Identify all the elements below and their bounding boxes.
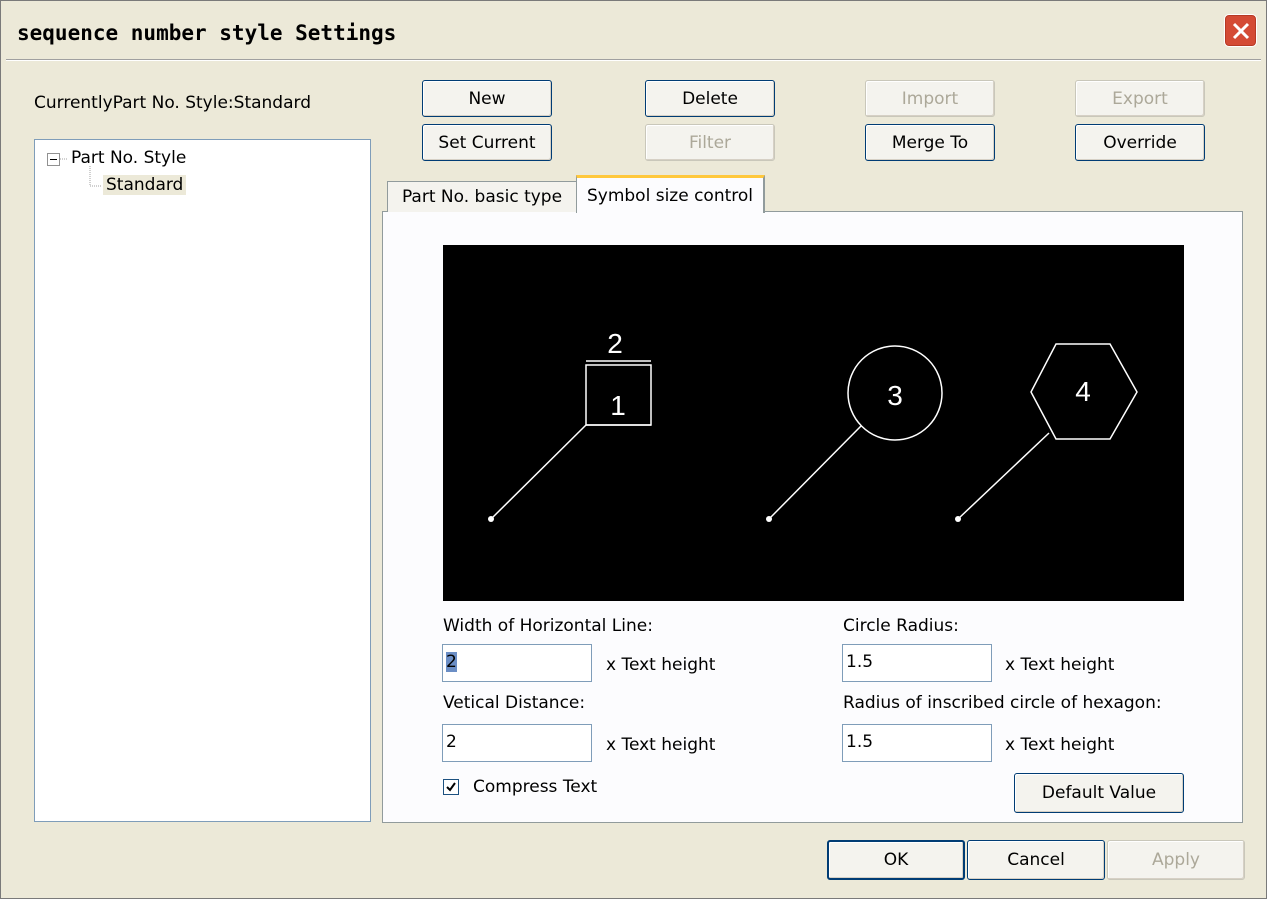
- circle-radius-input[interactable]: 1.5: [842, 644, 992, 682]
- vertical-distance-unit: x Text height: [606, 735, 716, 755]
- delete-button-label: Delete: [682, 88, 738, 109]
- hexagon-radius-value: 1.5: [846, 732, 874, 752]
- import-button-label: Import: [901, 88, 959, 109]
- ok-button-label: OK: [883, 850, 909, 870]
- override-button-label: Override: [1103, 132, 1177, 153]
- width-line-input[interactable]: 2: [442, 644, 592, 682]
- vertical-distance-input[interactable]: 2: [442, 724, 592, 762]
- close-icon: [1232, 22, 1250, 40]
- title-bar[interactable]: sequence number style Settings: [1, 1, 1266, 57]
- vertical-distance-value: 2: [446, 732, 457, 752]
- circle-radius-label: Circle Radius:: [843, 616, 959, 636]
- apply-button-label: Apply: [1152, 850, 1200, 870]
- merge-to-button-label: Merge To: [891, 132, 969, 153]
- hexagon-radius-input[interactable]: 1.5: [842, 724, 992, 762]
- import-button[interactable]: Import: [865, 80, 995, 117]
- width-line-unit: x Text height: [606, 655, 716, 675]
- circle-radius-unit: x Text height: [1005, 655, 1115, 675]
- checkmark-icon: [446, 782, 456, 792]
- symbol-preview: 2 1 3 4: [443, 245, 1184, 601]
- delete-button[interactable]: Delete: [645, 80, 775, 117]
- default-value-button[interactable]: Default Value: [1014, 773, 1184, 813]
- tree-item-root[interactable]: Part No. Style: [71, 148, 186, 168]
- ok-button[interactable]: OK: [827, 840, 965, 880]
- new-button-label: New: [468, 88, 506, 109]
- vertical-distance-label: Vetical Distance:: [443, 693, 586, 713]
- preview-label-top: 2: [607, 328, 623, 359]
- preview-label-box: 1: [610, 390, 626, 421]
- close-button[interactable]: [1224, 14, 1257, 47]
- apply-button[interactable]: Apply: [1107, 840, 1245, 880]
- tab-basic-type[interactable]: Part No. basic type: [387, 181, 577, 212]
- window-title: sequence number style Settings: [17, 21, 397, 45]
- preview-label-circle: 3: [887, 380, 903, 411]
- hexagon-radius-label: Radius of inscribed circle of hexagon:: [843, 693, 1162, 713]
- set-current-button[interactable]: Set Current: [422, 124, 552, 161]
- filter-button-label: Filter: [688, 132, 732, 153]
- cancel-button[interactable]: Cancel: [967, 840, 1105, 880]
- width-line-value: 2: [446, 652, 457, 672]
- set-current-button-label: Set Current: [438, 132, 536, 153]
- circle-radius-value: 1.5: [846, 652, 874, 672]
- title-separator: [6, 59, 1261, 61]
- new-button[interactable]: New: [422, 80, 552, 117]
- override-button[interactable]: Override: [1075, 124, 1205, 161]
- hexagon-radius-unit: x Text height: [1005, 735, 1115, 755]
- filter-button[interactable]: Filter: [645, 124, 775, 161]
- dialog-window: sequence number style Settings Currently…: [0, 0, 1267, 899]
- width-line-label: Width of Horizontal Line:: [443, 616, 653, 636]
- merge-to-button[interactable]: Merge To: [865, 124, 995, 161]
- tab-symbol-size-control[interactable]: Symbol size control: [576, 175, 765, 213]
- compress-text-label: Compress Text: [473, 777, 598, 797]
- cancel-button-label: Cancel: [1007, 850, 1065, 870]
- default-value-button-label: Default Value: [1041, 783, 1157, 803]
- export-button[interactable]: Export: [1075, 80, 1205, 117]
- tab-basic-type-label: Part No. basic type: [401, 187, 563, 207]
- tree-item-standard[interactable]: Standard: [103, 175, 187, 195]
- preview-label-hexagon: 4: [1075, 376, 1091, 407]
- export-button-label: Export: [1112, 88, 1168, 109]
- current-style-label: CurrentlyPart No. Style:Standard: [34, 93, 311, 113]
- tab-symbol-size-control-label: Symbol size control: [586, 186, 754, 206]
- style-tree[interactable]: Part No. Style Standard: [34, 139, 371, 822]
- compress-text-checkbox[interactable]: [443, 779, 459, 795]
- preview-drawing: 2 1 3 4: [488, 328, 1138, 522]
